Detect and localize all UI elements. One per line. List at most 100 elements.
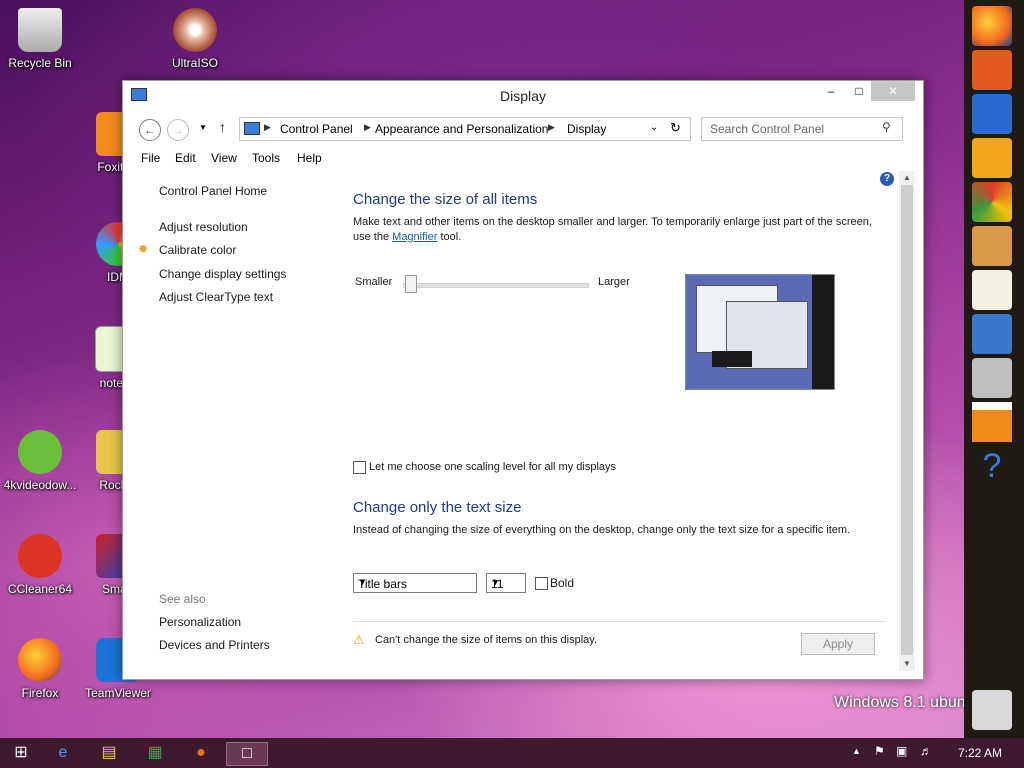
clock[interactable]: 7:22 AM — [958, 746, 1002, 760]
calibrate-color-link[interactable]: Calibrate color — [159, 243, 236, 257]
ubuntu-icon[interactable] — [972, 50, 1012, 90]
slider-larger-label: Larger — [598, 276, 630, 288]
flag-icon[interactable]: ⚑ — [874, 744, 885, 758]
breadcrumb-control-panel[interactable]: Control Panel — [280, 122, 353, 136]
size-description-tail: tool. — [440, 231, 462, 243]
search-icon: ⚲ — [882, 120, 891, 134]
recent-locations-dropdown[interactable]: ▼ — [199, 123, 207, 132]
navigation-bar: ← → ▼ ↑ ▶ Control Panel ▶ Appearance and… — [123, 113, 923, 145]
chrome-icon[interactable] — [972, 182, 1012, 222]
excel-icon[interactable]: ▦ — [140, 742, 170, 764]
ultraiso-icon[interactable]: UltraISO — [155, 8, 235, 70]
volume-icon[interactable]: ♬ — [920, 744, 932, 758]
paint-icon[interactable] — [972, 226, 1012, 266]
desktop-icon-label: TeamViewer — [85, 686, 151, 700]
slider-track — [403, 283, 589, 288]
trash-icon[interactable] — [972, 690, 1012, 730]
trash-icon — [18, 8, 62, 52]
menu-tools[interactable]: Tools — [252, 151, 280, 165]
scroll-up-icon[interactable]: ▲ — [903, 173, 911, 182]
display-preview-image — [685, 274, 835, 390]
file-explorer-icon[interactable]: ▤ — [94, 742, 124, 764]
up-button[interactable]: ↑ — [219, 119, 226, 135]
main-pane: Change the size of all items Make text a… — [353, 171, 898, 677]
breadcrumb-display[interactable]: Display — [567, 122, 606, 136]
adjust-resolution-link[interactable]: Adjust resolution — [159, 220, 248, 234]
office-icon[interactable] — [972, 314, 1012, 354]
breadcrumb-appearance[interactable]: Appearance and Personalization — [375, 122, 548, 136]
control-panel-home-link[interactable]: Control Panel Home — [159, 184, 267, 198]
divider — [353, 621, 886, 622]
refresh-icon[interactable]: ↻ — [670, 120, 681, 136]
scroll-down-icon[interactable]: ▼ — [903, 659, 911, 668]
maximize-button[interactable]: □ — [845, 81, 873, 101]
personalization-link[interactable]: Personalization — [159, 615, 241, 629]
address-bar[interactable]: ▶ Control Panel ▶ Appearance and Persona… — [239, 117, 691, 141]
apply-button[interactable]: Apply — [801, 633, 875, 655]
address-dropdown-icon[interactable]: ⌄ — [650, 122, 658, 133]
minimize-button[interactable]: – — [817, 81, 845, 101]
control-panel-icon — [244, 122, 260, 135]
network-icon[interactable]: ▣ — [896, 744, 907, 758]
item-select[interactable]: Title bars ▼ — [353, 573, 477, 593]
help-icon[interactable]: ? — [880, 172, 894, 186]
warning-text: Can't change the size of items on this d… — [375, 634, 598, 646]
back-button[interactable]: ← — [139, 119, 161, 141]
menu-file[interactable]: File — [141, 151, 160, 165]
change-display-settings-link[interactable]: Change display settings — [159, 267, 286, 281]
size-slider[interactable] — [403, 275, 589, 295]
desktop-icon-label: Firefox — [21, 686, 59, 700]
taskbar: ⊞ e ▤ ▦ ● □ ▲ ⚑ ▣ ♬ 7:22 AM — [0, 738, 1024, 768]
firefox-icon[interactable] — [972, 6, 1012, 46]
calculator-icon[interactable] — [972, 358, 1012, 398]
forward-button[interactable]: → — [167, 119, 189, 141]
search-input[interactable]: Search Control Panel ⚲ — [701, 117, 903, 141]
adjust-cleartype-link[interactable]: Adjust ClearType text — [159, 290, 273, 304]
firefox-desktop-icon[interactable]: Firefox — [0, 638, 80, 700]
internet-explorer-icon[interactable]: e — [48, 742, 78, 764]
scaling-checkbox[interactable] — [353, 461, 366, 474]
disc-icon — [173, 8, 217, 52]
recycle-bin-icon[interactable]: Recycle Bin — [0, 8, 80, 70]
bold-checkbox[interactable] — [535, 577, 548, 590]
bold-label: Bold — [550, 576, 575, 590]
title-bar: Display – □ ✕ — [123, 81, 923, 111]
menu-bar: File Edit View Tools Help — [123, 147, 923, 169]
magnifier-link[interactable]: Magnifier — [392, 231, 437, 243]
crumb-separator-icon: ▶ — [364, 122, 371, 132]
slider-thumb[interactable] — [405, 275, 417, 293]
close-button[interactable]: ✕ — [871, 81, 915, 101]
menu-help[interactable]: Help — [297, 151, 322, 165]
chevron-down-icon: ▼ — [491, 577, 500, 587]
crumb-separator-icon: ▶ — [264, 122, 271, 132]
size-description: Make text and other items on the desktop… — [353, 215, 883, 245]
scroll-thumb[interactable] — [901, 185, 913, 655]
tray-expand-icon[interactable]: ▲ — [852, 746, 861, 756]
desktop-icon-label: UltraISO — [171, 56, 218, 70]
scrollbar[interactable]: ▲ ▼ — [899, 171, 915, 671]
slider-smaller-label: Smaller — [355, 276, 393, 288]
ccleaner-icon[interactable]: CCleaner64 — [0, 534, 80, 596]
firefox-icon[interactable]: ● — [186, 742, 216, 764]
desktop-icon-label: Recycle Bin — [8, 56, 72, 70]
font-size-select[interactable]: 11 ▼ — [486, 573, 526, 593]
4kvideodownloader-icon[interactable]: 4kvideodow... — [0, 430, 80, 492]
help-icon[interactable]: ? — [972, 446, 1012, 486]
text-size-description: Instead of changing the size of everythi… — [353, 524, 851, 536]
content-area: Control Panel Home Adjust resolution ✹ C… — [123, 171, 923, 677]
launcher-dock: ? — [964, 0, 1024, 738]
devices-and-printers-link[interactable]: Devices and Printers — [159, 638, 270, 652]
left-pane: Control Panel Home Adjust resolution ✹ C… — [123, 171, 343, 677]
start-button[interactable]: ⊞ — [6, 742, 36, 764]
broom-icon — [18, 534, 62, 578]
crumb-separator-icon: ▶ — [548, 122, 555, 132]
menu-view[interactable]: View — [211, 151, 237, 165]
users-icon[interactable] — [972, 138, 1012, 178]
menu-edit[interactable]: Edit — [175, 151, 196, 165]
screen-tool-icon[interactable] — [972, 94, 1012, 134]
control-panel-task[interactable]: □ — [226, 742, 268, 766]
shield-icon: ✹ — [138, 242, 149, 256]
heading-change-size: Change the size of all items — [353, 191, 538, 208]
vlc-icon[interactable] — [972, 402, 1012, 442]
text-editor-icon[interactable] — [972, 270, 1012, 310]
